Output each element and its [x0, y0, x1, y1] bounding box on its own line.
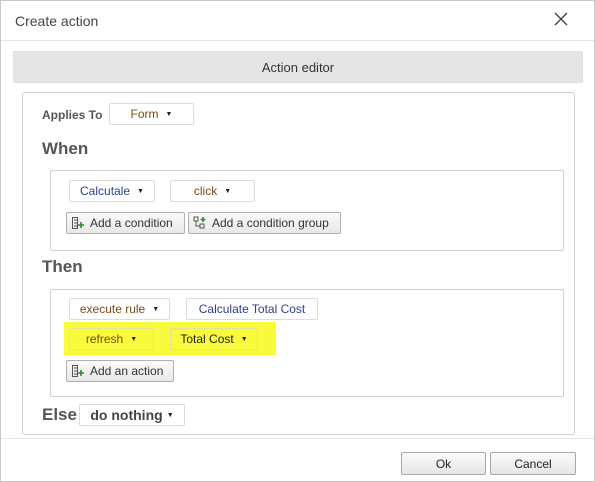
else-value: do nothing	[90, 407, 163, 423]
ok-label: Ok	[435, 456, 452, 471]
add-action-button[interactable]: Add an action	[66, 360, 174, 382]
add-condition-icon	[71, 216, 85, 230]
add-action-icon	[71, 364, 85, 378]
dialog-title: Create action	[15, 13, 99, 29]
add-condition-group-label: Add a condition group	[212, 216, 329, 230]
caret-down-icon: ▼	[165, 110, 173, 118]
caret-down-icon: ▼	[137, 187, 144, 195]
when-object-value: Calcutale	[80, 184, 131, 198]
when-title: When	[42, 139, 89, 158]
create-action-dialog: Create action Action editor Applies To F…	[0, 0, 595, 482]
caret-down-icon: ▼	[224, 187, 232, 195]
cancel-button[interactable]: Cancel	[490, 452, 576, 475]
close-icon	[554, 12, 568, 26]
then-action-value: execute rule	[79, 302, 146, 316]
caret-down-icon: ▼	[240, 335, 248, 343]
applies-to-label: Applies To	[42, 108, 103, 122]
caret-down-icon: ▼	[152, 305, 160, 313]
then-rule-value: Calculate Total Cost	[198, 302, 306, 316]
title-bar: Create action	[1, 1, 594, 41]
add-action-label: Add an action	[90, 364, 164, 378]
cancel-label: Cancel	[514, 456, 552, 471]
close-button[interactable]	[549, 7, 573, 31]
applies-to-value: Form	[130, 107, 159, 121]
else-dropdown[interactable]: do nothing ▼	[79, 404, 185, 426]
then-rule-dropdown[interactable]: Calculate Total Cost	[186, 298, 318, 320]
then-action-dropdown[interactable]: execute rule ▼	[69, 298, 170, 320]
add-condition-label: Add a condition	[90, 216, 173, 230]
then-target-dropdown[interactable]: Total Cost ▼	[170, 328, 258, 350]
then-subaction-dropdown[interactable]: refresh ▼	[69, 328, 154, 350]
add-condition-button[interactable]: Add a condition	[66, 212, 185, 234]
then-target-value: Total Cost	[180, 332, 234, 346]
caret-down-icon: ▼	[130, 335, 138, 343]
then-subaction-value: refresh	[85, 332, 124, 346]
then-title: Then	[42, 257, 83, 276]
applies-to-dropdown[interactable]: Form ▼	[109, 103, 194, 125]
when-event-value: click	[193, 184, 218, 198]
else-title: Else	[42, 405, 77, 424]
ok-button[interactable]: Ok	[401, 452, 486, 475]
when-event-dropdown[interactable]: click ▼	[170, 180, 255, 202]
when-object-dropdown[interactable]: Calcutale ▼	[69, 180, 155, 202]
action-editor-header: Action editor	[13, 51, 583, 83]
action-editor-title: Action editor	[261, 59, 335, 75]
footer-divider	[1, 438, 594, 439]
caret-down-icon: ▼	[166, 411, 174, 419]
add-condition-group-icon	[193, 216, 207, 230]
add-condition-group-button[interactable]: Add a condition group	[188, 212, 341, 234]
